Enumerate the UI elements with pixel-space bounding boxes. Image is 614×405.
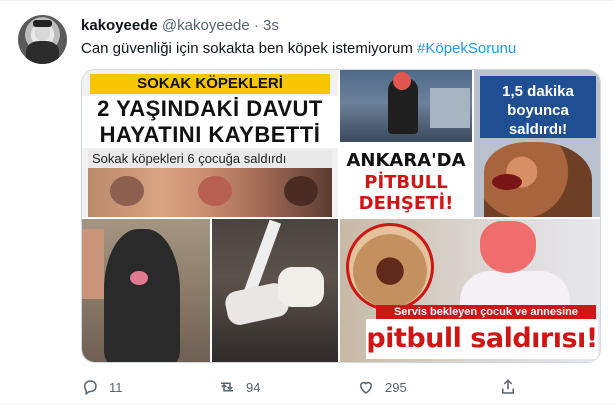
child-face [110, 176, 144, 206]
duration-line-2: boyunca [507, 102, 569, 119]
duration-caption: 1,5 dakika boyunca saldırdı! [480, 76, 596, 138]
duration-line-3: saldırdı! [508, 121, 568, 138]
headline-line-1: 2 YAŞINDAKİ DAVUT [97, 96, 323, 121]
dog-inset-circle [346, 223, 434, 311]
retweet-count: 94 [246, 379, 261, 395]
shop-window [430, 88, 470, 128]
person-head-blurred [393, 72, 411, 90]
media-image-6[interactable]: Servis bekleyen çocuk ve annesine pitbul… [340, 219, 600, 362]
tweet-header: kakoyeede @kakoyeede · 3s [81, 16, 279, 36]
avatar[interactable] [18, 15, 67, 64]
retweet-icon [221, 382, 233, 392]
media-image-1[interactable]: SOKAK KÖPEKLERİ SALDIRMIŞTI 2 YAŞINDAKİ … [82, 70, 338, 217]
children-photo [88, 168, 332, 217]
caption-line-1: ANKARA'DA [346, 150, 466, 171]
media-grid[interactable]: SOKAK KÖPEKLERİ SALDIRMIŞTI 2 YAŞINDAKİ … [81, 69, 601, 363]
share-icon [502, 379, 514, 394]
tweet-timestamp[interactable]: 3s [263, 17, 279, 34]
duration-line-1: 1,5 dakika [502, 83, 574, 100]
caption-line-2: PİTBULL [364, 172, 448, 193]
media-caption-ankara: ANKARA'DA PİTBULL DEHŞETİ! [340, 144, 472, 217]
tweet-body-text: Can güvenliği için sokakta ben köpek ist… [81, 40, 413, 57]
news-big-caption: pitbull saldırısı! [366, 319, 598, 359]
like-icon [359, 381, 373, 394]
headline-line-2: HAYATINI KAYBETTİ [99, 122, 321, 147]
reply-icon [83, 380, 97, 396]
hashtag-link[interactable]: #KöpekSorunu [417, 40, 516, 57]
media-image-4[interactable] [82, 219, 210, 362]
tweet-card[interactable]: kakoyeede @kakoyeede · 3s Can güvenliği … [0, 0, 614, 405]
news-subtitle: Sokak köpekleri 6 çocuğa saldırdı [88, 150, 332, 168]
author-name[interactable]: kakoyeede [81, 17, 158, 34]
face-cover-heart [480, 221, 536, 273]
child-face [198, 176, 232, 206]
dog-tongue [130, 271, 148, 285]
media-image-3[interactable]: 1,5 dakika boyunca saldırdı! [474, 70, 600, 217]
retweet-button[interactable]: 94 [218, 378, 260, 396]
caption-line-3: DEHŞETİ! [358, 193, 454, 214]
reply-button[interactable]: 11 [81, 378, 123, 396]
news-strip: Servis bekleyen çocuk ve annesine [376, 305, 596, 319]
dog-mouth [492, 174, 522, 190]
media-image-5[interactable] [212, 219, 338, 362]
black-dog-photo [104, 229, 180, 362]
news-banner: SOKAK KÖPEKLERİ SALDIRMIŞTI [90, 74, 330, 112]
avatar-figure-hat [33, 20, 52, 27]
author-handle[interactable]: @kakoyeede [162, 17, 250, 34]
like-count: 295 [385, 379, 407, 395]
reply-count: 11 [109, 379, 123, 395]
header-separator: · [253, 17, 259, 34]
like-button[interactable]: 295 [357, 378, 407, 396]
tweet-actions: 11 94 295 [81, 378, 601, 400]
media-image-2[interactable] [340, 70, 472, 142]
news-headline: 2 YAŞINDAKİ DAVUT HAYATINI KAYBETTİ [82, 96, 338, 148]
avatar-figure-body [26, 41, 59, 64]
child-face [284, 176, 318, 206]
bandage [278, 267, 324, 307]
person-arm [82, 229, 104, 299]
share-button[interactable] [499, 378, 517, 396]
tweet-text: Can güvenliği için sokakta ben köpek ist… [81, 39, 516, 59]
